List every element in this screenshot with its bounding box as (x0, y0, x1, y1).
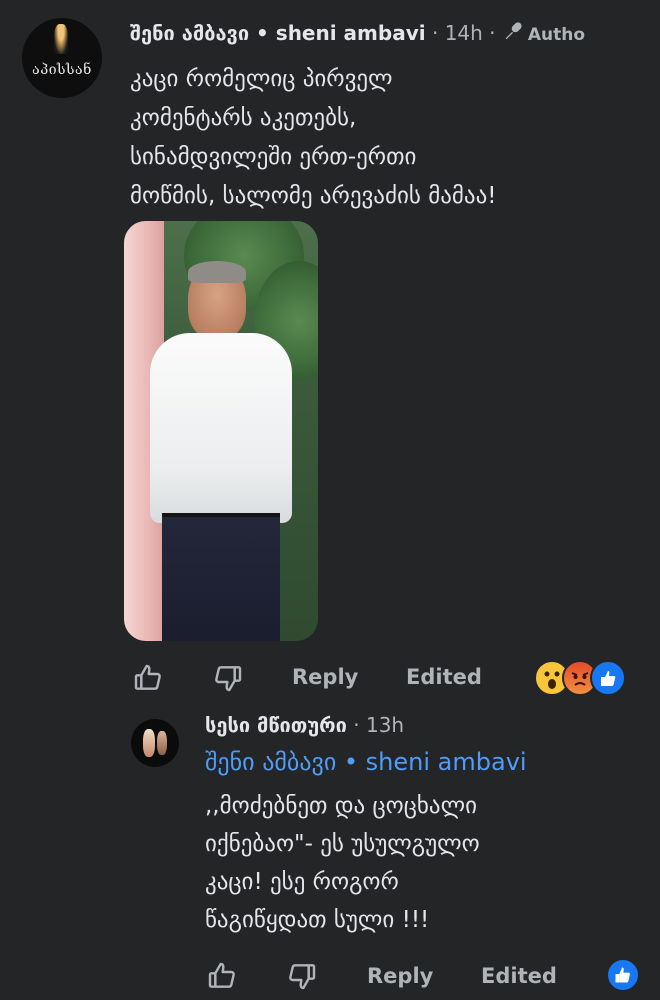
thumbs-down-icon (289, 964, 316, 990)
thumbs-up-icon (208, 962, 235, 988)
meta-separator: · (482, 21, 502, 45)
like-button[interactable] (132, 662, 164, 698)
comment-author[interactable]: შენი ამბავი • sheni ambavi (130, 21, 426, 45)
dislike-button[interactable] (212, 662, 244, 698)
avatar[interactable]: აპისსან (22, 18, 102, 98)
like-reaction-icon[interactable] (606, 958, 640, 992)
avatar-figure (54, 24, 68, 54)
reply-author[interactable]: სესი მწითური (205, 713, 347, 737)
reply-time[interactable]: 13h (366, 713, 404, 737)
meta-separator: · (425, 21, 445, 45)
person-shirt (150, 333, 292, 523)
reply-button[interactable]: Reply (367, 964, 433, 988)
reply-text-line: წაგიწყდათ სული !!! (205, 907, 430, 933)
reaction-summary[interactable] (534, 660, 626, 696)
reply-text: ,,მოძებნეთ და ცოცხალი იქნებაო"- ეს უსულგ… (205, 787, 625, 939)
comment-text-line: მოწმის, სალომე არევაძის მამაა! (130, 183, 497, 209)
reply-avatar[interactable] (131, 719, 179, 767)
person-hair (188, 261, 246, 283)
like-reaction-icon (590, 660, 626, 696)
author-badge-label: Autho (527, 25, 586, 45)
meta-separator: · (346, 713, 366, 737)
edited-label[interactable]: Edited (481, 964, 557, 988)
comment-text-line: სინამდვილეში ერთ-ერთი (130, 144, 417, 170)
avatar-logo-text: აპისსან (32, 62, 92, 78)
comment-text: კაცი რომელიც პირველ კომენტარს აკეთებს, ს… (130, 60, 630, 216)
reply-header: სესი მწითური · 13h (205, 713, 404, 737)
like-button[interactable] (206, 960, 238, 996)
avatar-figure (143, 729, 155, 757)
microphone-icon (505, 22, 522, 40)
mention-link[interactable]: შენი ამბავი • sheni ambavi (205, 748, 527, 776)
thumbs-down-icon (215, 666, 242, 692)
reply-button[interactable]: Reply (292, 665, 358, 689)
thumbs-up-icon (134, 664, 161, 690)
comment-photo[interactable] (124, 221, 318, 641)
dislike-button[interactable] (286, 960, 318, 996)
author-badge: Autho (502, 22, 586, 45)
reply-text-line: ,,მოძებნეთ და ცოცხალი (205, 793, 477, 819)
reply-text-line: იქნებაო"- ეს უსულგულო (205, 831, 480, 857)
comment-header: შენი ამბავი • sheni ambavi · 14h · Autho (130, 20, 585, 45)
avatar-figure (157, 731, 167, 755)
person-pants (162, 517, 280, 641)
comment-text-line: კაცი რომელიც პირველ (130, 66, 393, 92)
comment-time[interactable]: 14h (445, 21, 483, 45)
comment-text-line: კომენტარს აკეთებს, (130, 105, 357, 131)
reply-text-line: კაცი! ესე როგორ (205, 869, 399, 895)
edited-label[interactable]: Edited (406, 665, 482, 689)
